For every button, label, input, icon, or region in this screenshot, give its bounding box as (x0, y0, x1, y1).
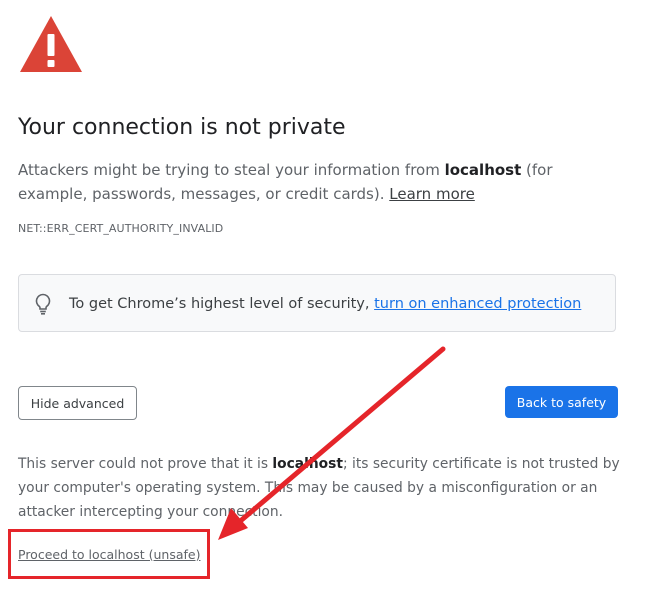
highlight-box (8, 529, 210, 579)
advanced-details-paragraph: This server could not prove that it is l… (18, 452, 628, 524)
enhanced-protection-link[interactable]: turn on enhanced protection (374, 296, 581, 312)
warning-triangle-icon (20, 16, 82, 72)
intro-text-before: Attackers might be trying to steal your … (18, 161, 445, 179)
hide-advanced-button[interactable]: Hide advanced (18, 386, 137, 420)
enhanced-protection-text: To get Chrome’s highest level of securit… (69, 293, 581, 315)
enhanced-protection-label: To get Chrome’s highest level of securit… (69, 296, 375, 312)
enhanced-protection-box: To get Chrome’s highest level of securit… (18, 274, 616, 332)
ssl-interstitial-page: Your connection is not private Attackers… (0, 0, 655, 598)
intro-host: localhost (444, 161, 522, 179)
lightbulb-icon (35, 293, 51, 315)
learn-more-link[interactable]: Learn more (389, 185, 475, 203)
details-text-before: This server could not prove that it is (18, 456, 273, 472)
page-title: Your connection is not private (18, 115, 346, 140)
error-code: NET::ERR_CERT_AUTHORITY_INVALID (18, 222, 224, 235)
back-to-safety-button[interactable]: Back to safety (505, 386, 618, 418)
intro-paragraph: Attackers might be trying to steal your … (18, 158, 618, 206)
details-host: localhost (272, 456, 343, 472)
